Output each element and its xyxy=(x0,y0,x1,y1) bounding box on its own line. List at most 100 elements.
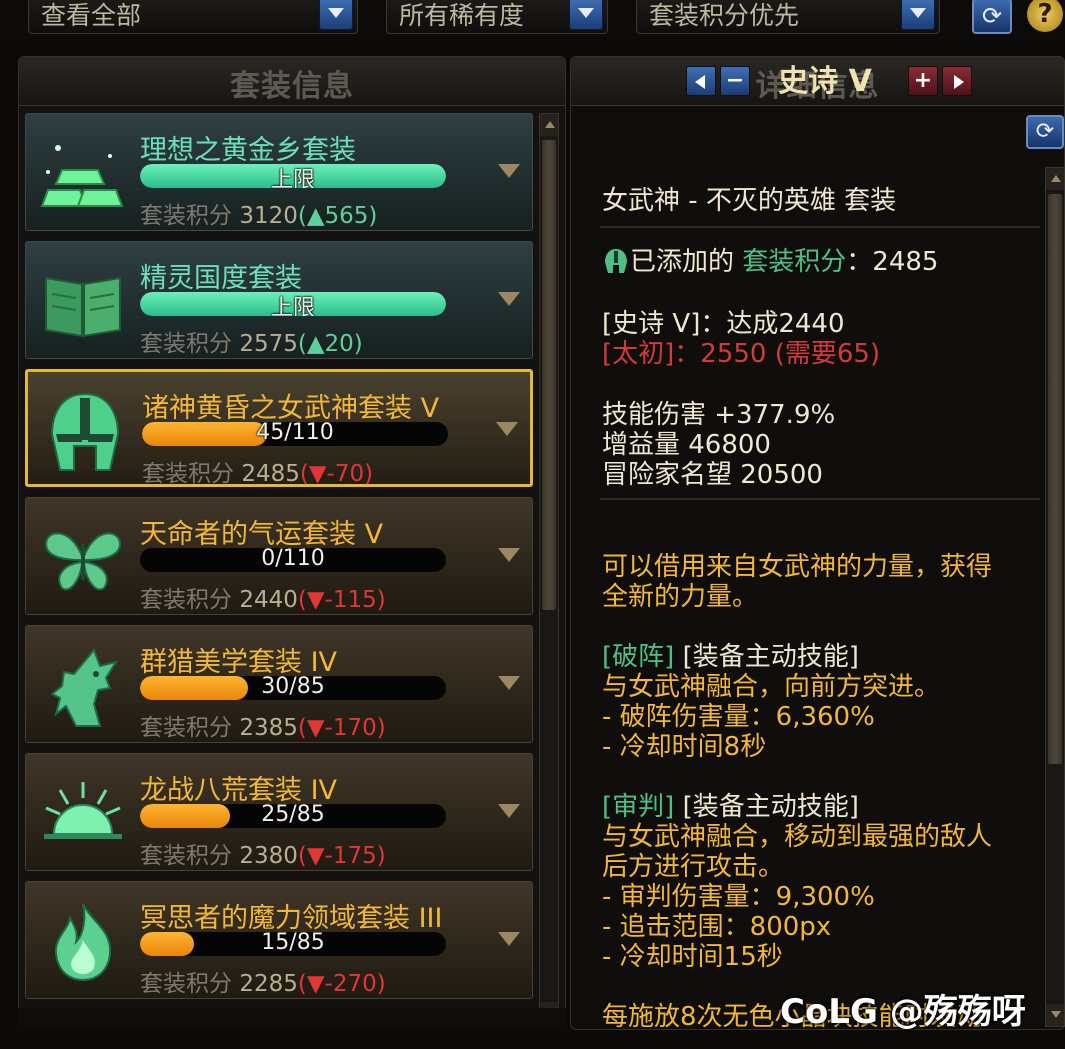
score-value: 2575 xyxy=(239,331,298,357)
filter-bar: 查看全部 所有稀有度 套装积分优先 ⟳ ? xyxy=(0,0,1065,44)
rarity-filter-dropdown[interactable]: 所有稀有度 xyxy=(386,0,608,34)
sort-value: 套装积分优先 xyxy=(649,1,800,30)
set-list-title: 套装信息 xyxy=(19,57,565,106)
set-card[interactable]: 精灵国度套装 上限套装积分 2575(▲20) xyxy=(25,241,533,359)
refresh-icon[interactable]: ⟳ xyxy=(972,0,1012,34)
set-score: 套装积分 2380(▼-175) xyxy=(140,836,386,870)
progress-text: 25/85 xyxy=(261,804,325,827)
set-name: 群猎美学套装 IV xyxy=(140,647,338,678)
set-progress-bar: 45/110 xyxy=(142,422,448,446)
panel-bottom-edge xyxy=(18,1008,566,1030)
expand-arrow-icon[interactable] xyxy=(498,932,520,946)
view-filter-dropdown[interactable]: 查看全部 xyxy=(28,0,358,34)
set-description-line: 全新的力量。 xyxy=(602,582,759,612)
progress-text: 30/85 xyxy=(261,676,325,699)
scroll-up-arrow-icon[interactable] xyxy=(540,114,558,136)
flame-icon xyxy=(40,900,126,986)
progress-text: 上限 xyxy=(270,296,315,316)
scroll-thumb[interactable] xyxy=(542,140,556,610)
watermark: CoLG @殇殇呀 xyxy=(780,992,1026,1032)
score-delta: (▲20) xyxy=(297,331,363,357)
divider xyxy=(600,498,1040,500)
set-card[interactable]: 天命者的气运套装 V 0/110 套装积分 2440(▼-115) xyxy=(25,497,533,615)
set-progress-bar: 15/85 xyxy=(140,932,446,956)
expand-arrow-icon[interactable] xyxy=(496,422,518,436)
minus-icon: − xyxy=(725,68,745,93)
chevron-down-icon[interactable] xyxy=(569,0,603,30)
set-card[interactable]: 理想之黄金乡套装 上限 套装积分 3120(▲565) xyxy=(25,113,533,231)
score-value: 2485 xyxy=(241,461,300,487)
grade-prev-button[interactable] xyxy=(686,66,716,96)
sort-dropdown[interactable]: 套装积分优先 xyxy=(636,0,940,34)
added-score-line: 已添加的 套装积分：2485 xyxy=(602,241,938,278)
detail-scrollbar[interactable] xyxy=(1045,167,1065,1027)
set-card[interactable]: 诸神黄昏之女武神套装 V 45/110 套装积分 2485(▼-70) xyxy=(25,369,533,487)
progress-text: 上限 xyxy=(270,168,315,188)
score-value: 3120 xyxy=(239,203,298,229)
helmet-icon xyxy=(42,390,128,476)
open-book-icon xyxy=(40,260,126,346)
score-label: 套装积分 xyxy=(140,843,240,869)
grade-next-button[interactable] xyxy=(942,66,972,96)
score-delta: (▼-115) xyxy=(297,587,386,613)
set-progress-bar: 30/85 xyxy=(140,676,446,700)
chevron-down-icon[interactable] xyxy=(319,0,353,30)
expand-arrow-icon[interactable] xyxy=(498,164,520,178)
scroll-up-arrow-icon[interactable] xyxy=(1046,168,1064,190)
added-prefix: 已添加的 xyxy=(630,247,735,277)
grade-plus-button[interactable]: + xyxy=(908,66,938,96)
set-name: 冥思者的魔力领域套装 III xyxy=(140,903,443,934)
set-name: 理想之黄金乡套装 xyxy=(140,135,356,166)
progress-text: 45/110 xyxy=(256,422,334,445)
set-progress-bar: 0/110 xyxy=(140,548,446,572)
set-score: 套装积分 2440(▼-115) xyxy=(140,580,386,614)
set-score: 套装积分 2285(▼-270) xyxy=(140,964,386,998)
score-delta: (▼-270) xyxy=(297,971,386,997)
score-value: 2380 xyxy=(239,843,298,869)
grade-minus-button[interactable]: − xyxy=(720,66,750,96)
skill2-line: - 冷却时间15秒 xyxy=(602,942,783,972)
rising-sun-icon xyxy=(40,772,126,858)
score-label: 套装积分 xyxy=(142,461,242,487)
set-progress-bar: 上限 xyxy=(140,292,446,316)
grade-label: 史诗 V xyxy=(778,64,872,99)
set-score: 套装积分 2485(▼-70) xyxy=(142,454,373,488)
detail-refresh-icon[interactable]: ⟳ xyxy=(1026,115,1064,149)
set-card[interactable]: 冥思者的魔力领域套装 III 15/85 套装积分 2285(▼-270) xyxy=(25,881,533,999)
added-label: 套装积分 xyxy=(742,247,847,277)
set-progress-bar: 25/85 xyxy=(140,804,446,828)
set-detail-title: 女武神 - 不灭的英雄 套装 xyxy=(602,186,897,216)
added-value: ：2485 xyxy=(846,247,939,277)
scroll-down-arrow-icon[interactable] xyxy=(1046,1004,1064,1026)
set-score: 套装积分 2385(▼-170) xyxy=(140,708,386,742)
gold-bars-icon xyxy=(40,132,126,218)
rarity-filter-value: 所有稀有度 xyxy=(399,1,525,30)
set-card[interactable]: 龙战八荒套装 IV 25/85 套装积分 2380(▼-175) xyxy=(25,753,533,871)
expand-arrow-icon[interactable] xyxy=(498,676,520,690)
skill1-line: - 冷却时间8秒 xyxy=(602,732,767,762)
score-value: 2385 xyxy=(239,715,298,741)
score-label: 套装积分 xyxy=(140,715,240,741)
score-value: 2440 xyxy=(239,587,298,613)
score-label: 套装积分 xyxy=(140,587,240,613)
origin-threshold-line: [太初]：2550 (需要65) xyxy=(602,339,881,369)
expand-arrow-icon[interactable] xyxy=(498,292,520,306)
expand-arrow-icon[interactable] xyxy=(498,804,520,818)
score-delta: (▲565) xyxy=(297,203,378,229)
set-card[interactable]: 群猎美学套装 IV 30/85 套装积分 2385(▼-170) xyxy=(25,625,533,743)
progress-text: 0/110 xyxy=(261,548,325,571)
progress-text: 15/85 xyxy=(261,932,325,955)
set-score: 套装积分 2575(▲20) xyxy=(140,324,363,358)
set-name: 精灵国度套装 xyxy=(140,263,302,294)
plus-icon: + xyxy=(913,68,933,93)
chevron-down-icon[interactable] xyxy=(901,0,935,30)
score-delta: (▼-170) xyxy=(297,715,386,741)
view-filter-value: 查看全部 xyxy=(41,1,142,30)
expand-arrow-icon[interactable] xyxy=(498,548,520,562)
scroll-thumb[interactable] xyxy=(1048,194,1062,764)
set-list-scrollbar[interactable] xyxy=(539,113,559,1025)
helmet-icon xyxy=(605,249,627,273)
butterfly-icon xyxy=(40,516,126,602)
wolf-icon xyxy=(40,644,126,730)
help-icon[interactable]: ? xyxy=(1027,0,1063,32)
